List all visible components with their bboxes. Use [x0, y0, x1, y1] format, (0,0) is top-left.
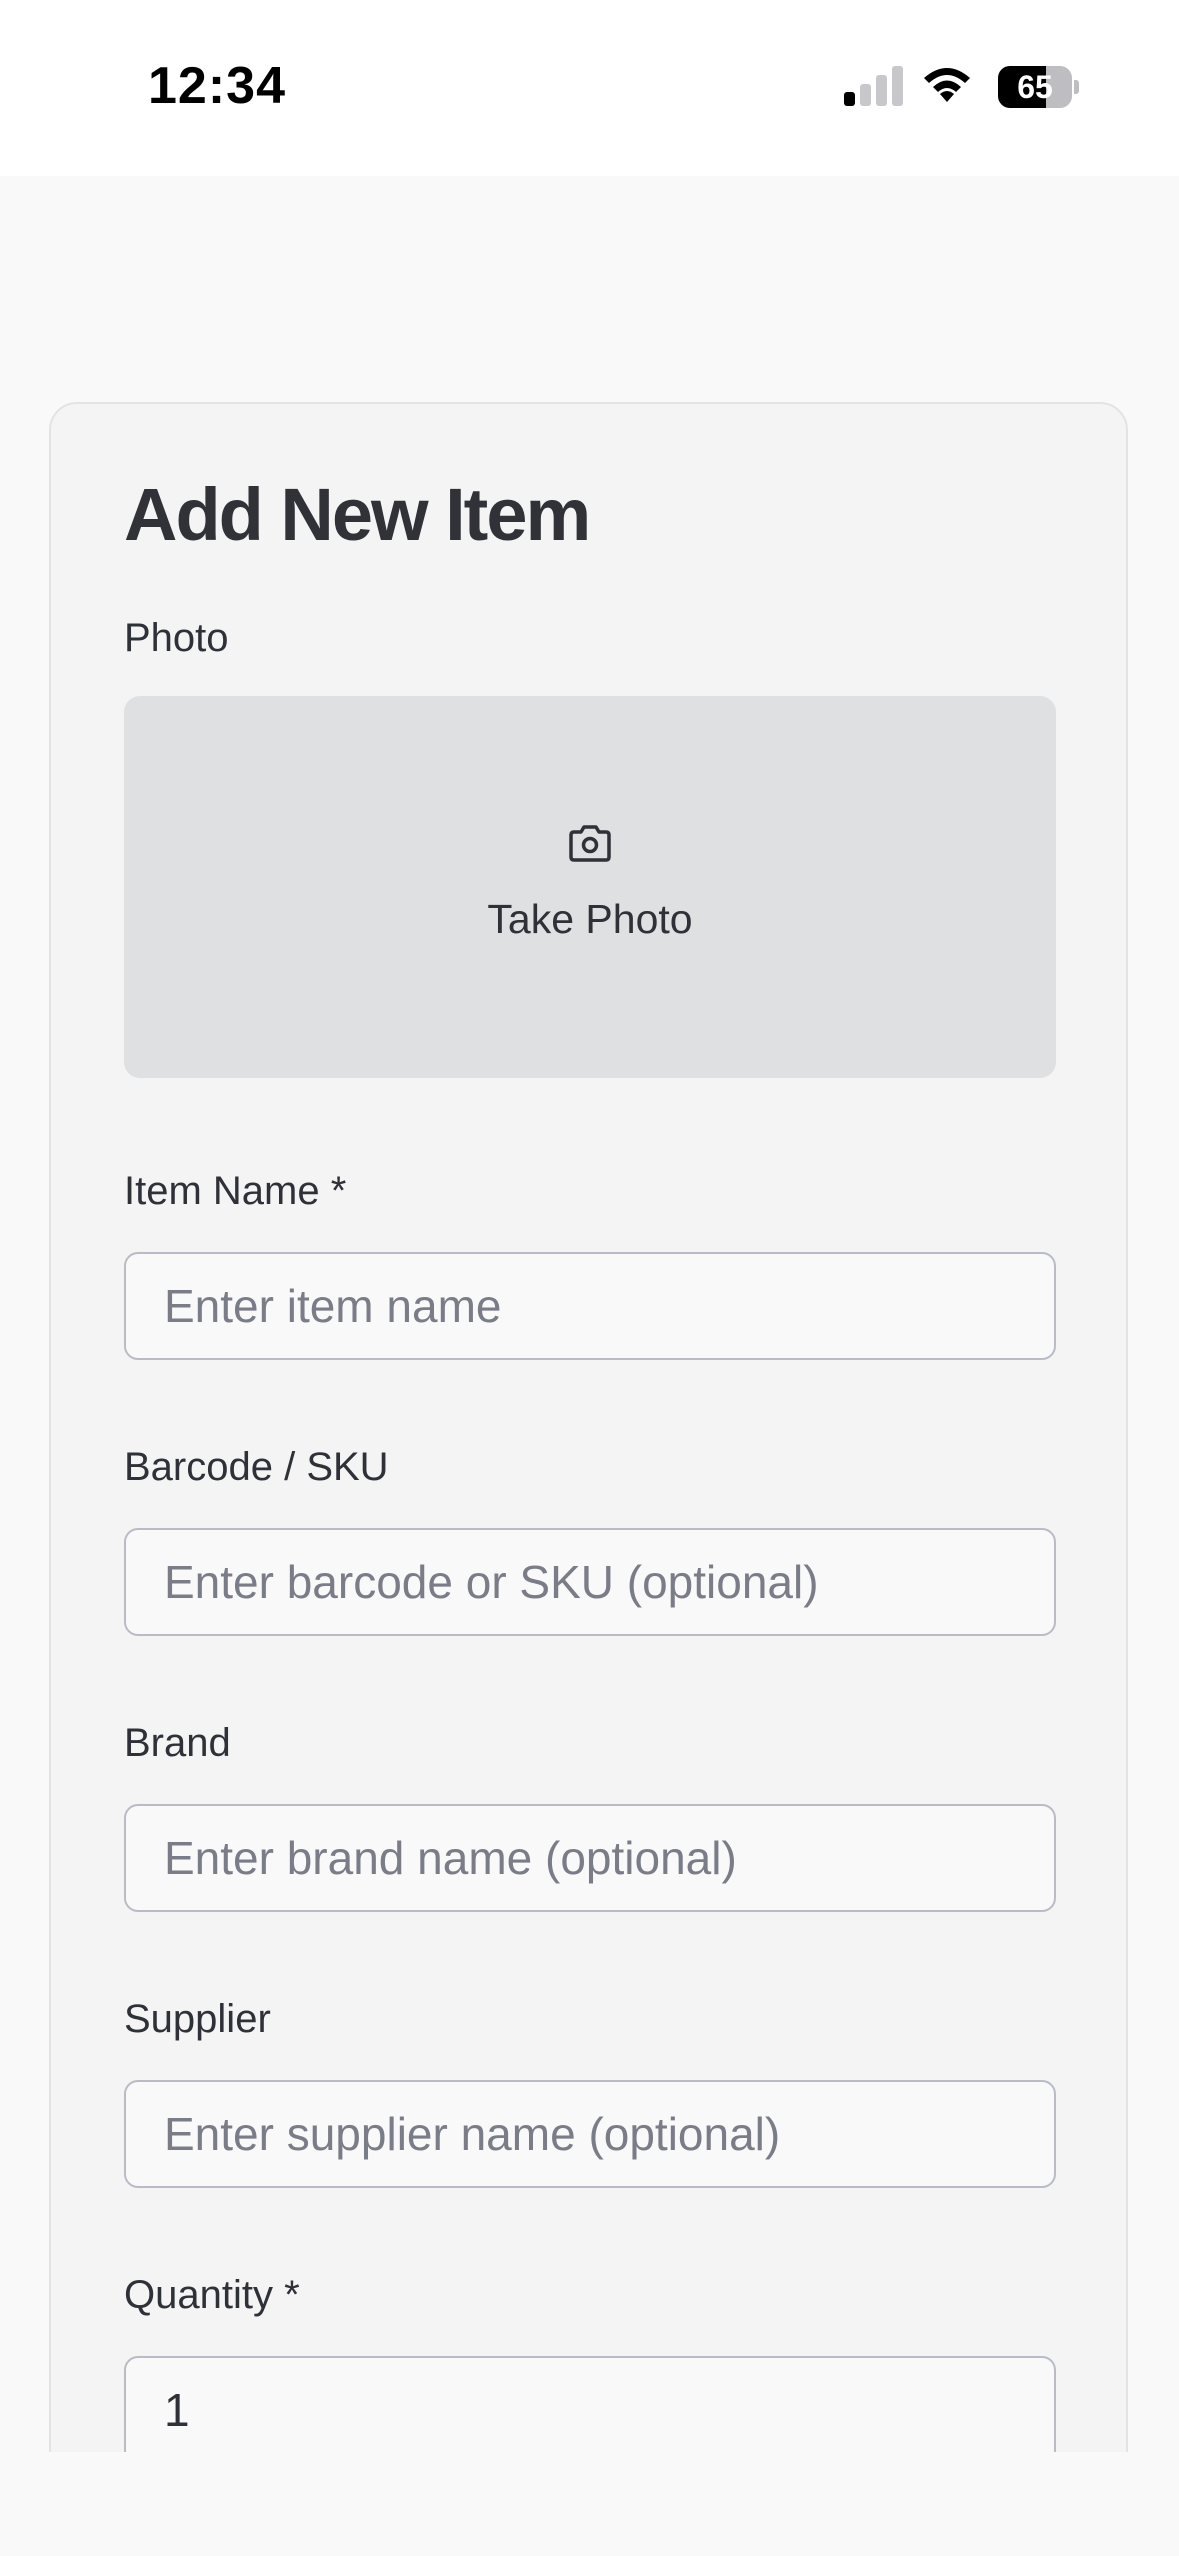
supplier-input[interactable] [124, 2080, 1056, 2188]
take-photo-label: Take Photo [487, 896, 693, 942]
brand-label: Brand [124, 1721, 231, 1765]
cellular-signal-icon [844, 66, 906, 106]
bottom-safe-area [0, 2452, 1179, 2556]
quantity-input[interactable] [124, 2356, 1056, 2452]
camera-icon [569, 825, 611, 862]
barcode-input[interactable] [124, 1528, 1056, 1636]
supplier-label: Supplier [124, 1997, 271, 2041]
battery-icon: 65 [998, 66, 1079, 108]
item-name-input[interactable] [124, 1252, 1056, 1360]
photo-label: Photo [124, 616, 229, 660]
barcode-label: Barcode / SKU [124, 1445, 389, 1489]
wifi-icon [924, 68, 970, 102]
brand-input[interactable] [124, 1804, 1056, 1912]
status-time: 12:34 [148, 57, 286, 115]
add-item-form-card: Add New Item Photo Take Photo Item Name … [49, 402, 1128, 2452]
page-scroll-area[interactable]: Add New Item Photo Take Photo Item Name … [0, 176, 1179, 2452]
take-photo-button[interactable]: Take Photo [124, 696, 1056, 1078]
quantity-label: Quantity * [124, 2273, 300, 2317]
item-name-label: Item Name * [124, 1169, 347, 1213]
page-title: Add New Item [124, 473, 591, 556]
status-bar: 12:34 65 [0, 0, 1179, 176]
battery-level: 65 [1017, 69, 1053, 105]
